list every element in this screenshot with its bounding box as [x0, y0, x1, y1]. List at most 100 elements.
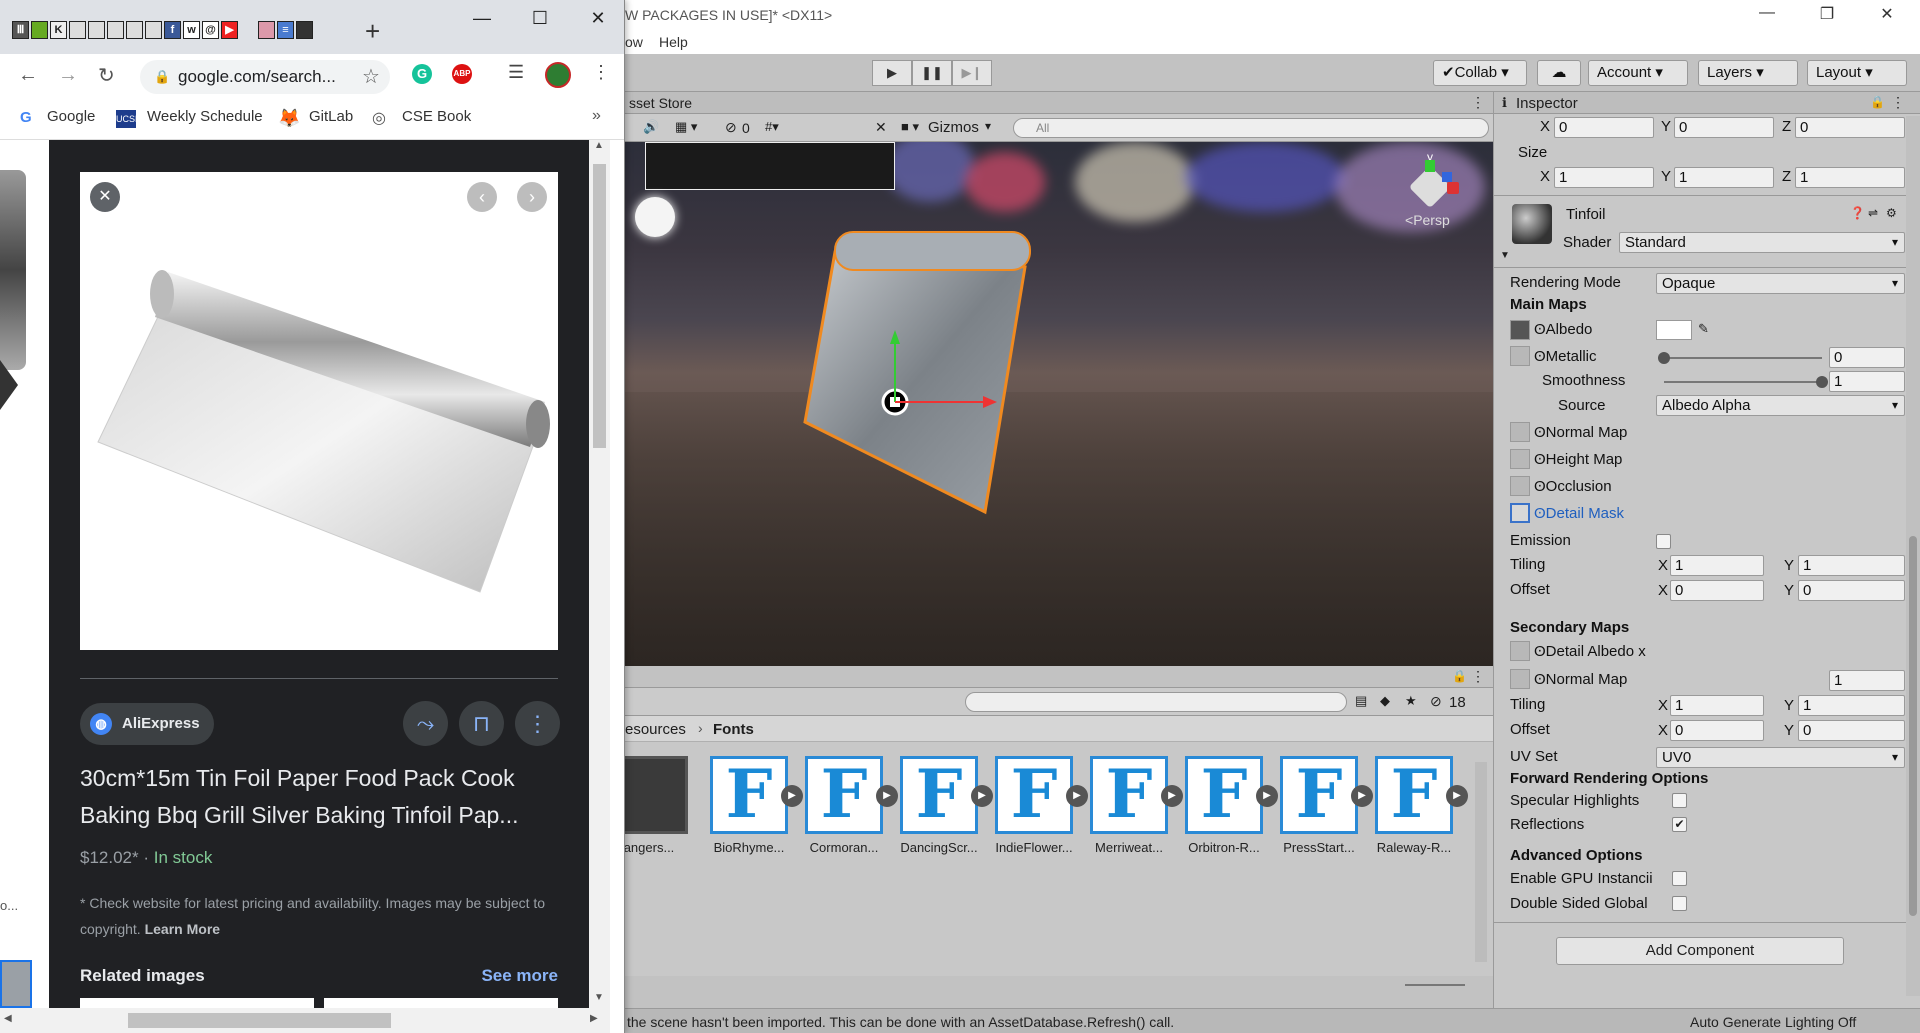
close-icon[interactable]: ✕	[576, 8, 620, 29]
asset-item[interactable]: F ▶ BioRhyme...	[705, 756, 803, 855]
layers-dropdown[interactable]: Layers ▾	[1698, 60, 1798, 86]
camera-icon[interactable]: ■ ▾	[901, 119, 919, 135]
share-button[interactable]: ⤳	[403, 701, 448, 746]
asset-item[interactable]: F ▶ Merriweat...	[1085, 756, 1183, 855]
address-bar[interactable]: 🔒 google.com/search...	[140, 60, 390, 94]
smoothness-slider[interactable]	[1664, 376, 1828, 388]
eyedropper-icon[interactable]: ✎	[1698, 321, 1709, 337]
more-menu-icon[interactable]: ⋮	[1891, 94, 1905, 111]
tiling-x-field[interactable]: 1	[1670, 555, 1764, 576]
left-thumbnail[interactable]	[0, 170, 26, 370]
reflections-checkbox[interactable]: ✔	[1672, 817, 1687, 832]
left-thumbnail[interactable]	[0, 960, 32, 1008]
offset-y-field[interactable]: 0	[1798, 580, 1905, 601]
shader-dropdown[interactable]: Standard	[1619, 232, 1905, 253]
reload-icon[interactable]: ↻	[98, 63, 115, 88]
light-gizmo-icon[interactable]	[635, 197, 675, 237]
bookmark-cse-book[interactable]: CSE Book	[402, 108, 471, 125]
foldout-icon[interactable]: ▼	[1500, 250, 1510, 261]
play-button[interactable]: ▶	[872, 60, 912, 86]
media-queue-icon[interactable]: ☰	[508, 62, 524, 83]
tab-favicon[interactable]	[107, 21, 124, 39]
inspector-scrollbar-thumb[interactable]	[1909, 536, 1917, 916]
normal-map-texture-slot[interactable]	[1510, 422, 1530, 442]
offset2-y-field[interactable]: 0	[1798, 720, 1905, 741]
rendering-mode-dropdown[interactable]: Opaque	[1656, 273, 1905, 294]
save-button[interactable]: ⊓	[459, 701, 504, 746]
filter-type-icon[interactable]: ▤	[1355, 693, 1367, 709]
youtube-icon[interactable]: ▶	[221, 21, 238, 39]
tab-asset-store[interactable]: sset Store	[629, 95, 692, 111]
page-horizontal-scrollbar[interactable]: ◀ ▶	[0, 1008, 610, 1033]
breadcrumb-fonts[interactable]: Fonts	[713, 721, 754, 738]
tools-icon[interactable]: ✕	[875, 119, 887, 136]
tab-favicon[interactable]	[69, 21, 86, 39]
gizmo-x-axis[interactable]	[1447, 182, 1459, 194]
inspector-tab[interactable]: ℹ Inspector 🔒 ⋮	[1494, 92, 1920, 114]
menu-window[interactable]: ow	[625, 34, 643, 50]
occlusion-texture-slot[interactable]	[1510, 476, 1530, 496]
layout-dropdown[interactable]: Layout ▾	[1807, 60, 1907, 86]
bookmark-star-icon[interactable]: ☆	[362, 64, 380, 89]
inspector-scrollbar[interactable]	[1906, 116, 1920, 996]
tab-favicon[interactable]: @	[202, 21, 219, 39]
filter-label-icon[interactable]: ◆	[1380, 693, 1390, 709]
related-thumbnail[interactable]	[324, 998, 558, 1008]
size-x-field[interactable]: 1	[1554, 167, 1654, 188]
more-menu-icon[interactable]: ⋮	[1471, 668, 1485, 685]
effects-icon[interactable]: ▦ ▾	[675, 119, 697, 135]
center-y-field[interactable]: 0	[1674, 117, 1774, 138]
center-z-field[interactable]: 0	[1795, 117, 1905, 138]
specular-highlights-checkbox[interactable]	[1672, 793, 1687, 808]
scrollbar-thumb[interactable]	[593, 164, 606, 448]
next-image-icon[interactable]: ›	[517, 182, 547, 212]
pause-button[interactable]: ❚❚	[912, 60, 952, 86]
height-map-texture-slot[interactable]	[1510, 449, 1530, 469]
size-z-field[interactable]: 1	[1795, 167, 1905, 188]
smoothness-slider-handle[interactable]	[1816, 376, 1828, 388]
see-more-link[interactable]: See more	[481, 966, 558, 986]
new-tab-icon[interactable]: +	[365, 16, 380, 47]
uv-set-dropdown[interactable]: UV0	[1656, 747, 1905, 768]
offset2-x-field[interactable]: 0	[1670, 720, 1764, 741]
audio-icon[interactable]: 🔊	[643, 119, 659, 135]
bookmark-gitlab[interactable]: GitLab	[309, 108, 353, 125]
asset-item[interactable]: F ▶ Cormoran...	[800, 756, 898, 855]
scroll-up-icon[interactable]: ▲	[594, 140, 604, 151]
tab-favicon[interactable]	[126, 21, 143, 39]
albedo-color-swatch[interactable]	[1656, 320, 1692, 340]
gizmos-dropdown[interactable]: Gizmos	[928, 119, 979, 136]
expand-icon[interactable]: ▶	[1446, 785, 1468, 807]
center-x-field[interactable]: 0	[1554, 117, 1654, 138]
collab-button[interactable]: ✔Collab ▾	[1433, 60, 1527, 86]
detail-mask-texture-slot[interactable]	[1510, 503, 1530, 523]
scroll-right-icon[interactable]: ▶	[590, 1013, 598, 1024]
product-title-link[interactable]: 30cm*15m Tin Foil Paper Food Pack Cook B…	[80, 760, 558, 834]
scroll-left-icon[interactable]: ◀	[4, 1013, 12, 1024]
gizmo-y-axis[interactable]	[1425, 160, 1435, 172]
learn-more-link[interactable]: Learn More	[145, 921, 220, 937]
albedo-texture-slot[interactable]	[1510, 320, 1530, 340]
bookmark-weekly-schedule[interactable]: Weekly Schedule	[147, 108, 263, 125]
metallic-texture-slot[interactable]	[1510, 346, 1530, 366]
tab-favicon[interactable]	[145, 21, 162, 39]
project-search-input[interactable]	[965, 692, 1347, 712]
tab-favicon[interactable]	[296, 21, 313, 39]
restore-icon[interactable]: ❐	[1804, 4, 1850, 24]
menu-help[interactable]: Help	[659, 34, 688, 50]
scroll-down-icon[interactable]: ▼	[594, 992, 604, 1003]
tinfoil-object[interactable]	[795, 222, 1055, 542]
metallic-value-field[interactable]: 0	[1829, 347, 1905, 368]
more-menu-icon[interactable]: ⋮	[1471, 94, 1485, 111]
tab-favicon[interactable]	[88, 21, 105, 39]
smoothness-value-field[interactable]: 1	[1829, 371, 1905, 392]
adblock-icon[interactable]: ABP	[452, 64, 472, 84]
size-y-field[interactable]: 1	[1674, 167, 1774, 188]
offset-x-field[interactable]: 0	[1670, 580, 1764, 601]
scene-search-input[interactable]: All	[1013, 118, 1489, 138]
metallic-slider-handle[interactable]	[1658, 352, 1670, 364]
forward-icon[interactable]: →	[58, 64, 78, 87]
avatar[interactable]	[545, 62, 571, 88]
lock-icon[interactable]: 🔒	[1452, 669, 1467, 683]
tab-favicon[interactable]	[258, 21, 275, 39]
